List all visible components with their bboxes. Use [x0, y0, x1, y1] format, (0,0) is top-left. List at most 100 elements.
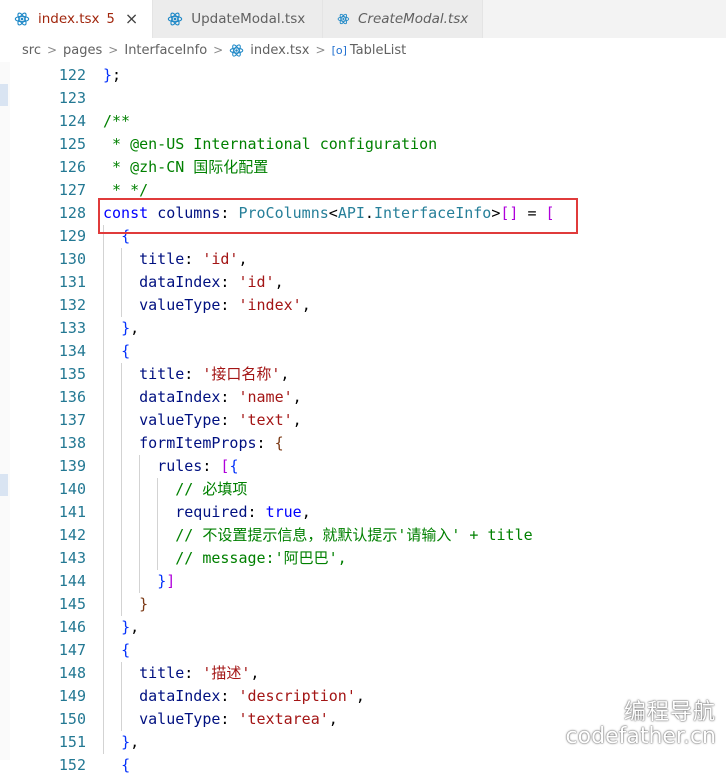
code-line[interactable]: 145 }	[0, 593, 726, 616]
close-icon[interactable]: ×	[125, 11, 138, 27]
code-line[interactable]: 123	[0, 87, 726, 110]
indent-guide	[157, 478, 158, 570]
highlight-annotation	[98, 198, 578, 234]
code-line[interactable]: 149 dataIndex: 'description',	[0, 685, 726, 708]
line-number: 145	[58, 595, 86, 613]
line-number: 139	[58, 457, 86, 475]
line-number: 124	[58, 112, 86, 130]
code-line[interactable]: 140 // 必填项	[0, 478, 726, 501]
code-line[interactable]: 130 title: 'id',	[0, 248, 726, 271]
code-text: * @zh-CN 国际化配置	[103, 158, 269, 176]
tab-label: CreateModal.tsx	[357, 11, 469, 27]
indent-guide	[121, 363, 122, 616]
chevron-right-icon: >	[315, 43, 326, 57]
tab-index-tsx[interactable]: index.tsx 5 ×	[0, 0, 154, 38]
tab-label: index.tsx	[38, 11, 100, 27]
code-text: rules: [{	[157, 457, 239, 475]
variable-symbol-icon: [o]	[331, 43, 347, 57]
code-text: title: 'id',	[139, 250, 248, 268]
code-text: }	[139, 595, 149, 613]
code-text: },	[121, 319, 140, 337]
line-number: 150	[58, 710, 86, 728]
line-number: 148	[58, 664, 86, 682]
line-number: 143	[58, 549, 86, 567]
code-line[interactable]: 143 // message:'阿巴巴',	[0, 547, 726, 570]
code-line[interactable]: 131 dataIndex: 'id',	[0, 271, 726, 294]
code-text: title: '接口名称',	[139, 365, 290, 383]
code-line[interactable]: 139 rules: [{	[0, 455, 726, 478]
breadcrumb: src > pages > InterfaceInfo > index.tsx …	[0, 38, 726, 62]
indent-guide	[121, 248, 122, 317]
code-line[interactable]: 152 {	[0, 754, 726, 777]
code-line[interactable]: 142 // 不设置提示信息，就默认提示'请输入' + title	[0, 524, 726, 547]
code-text: /**	[103, 112, 131, 130]
code-line[interactable]: 132 valueType: 'index',	[0, 294, 726, 317]
watermark-title: 编程导航	[623, 700, 716, 725]
breadcrumb-item-pages[interactable]: pages	[63, 43, 102, 58]
line-number: 137	[58, 411, 86, 429]
watermark-url: codefather.cn	[565, 724, 716, 749]
code-line[interactable]: 146 },	[0, 616, 726, 639]
line-number: 141	[58, 503, 86, 521]
code-line[interactable]: 148 title: '描述',	[0, 662, 726, 685]
react-icon	[337, 13, 350, 25]
line-number: 133	[58, 319, 86, 337]
code-line[interactable]: 122};	[0, 64, 726, 87]
code-text: // 不设置提示信息，就默认提示'请输入' + title	[175, 526, 533, 544]
code-line[interactable]: 138 formItemProps: {	[0, 432, 726, 455]
code-line[interactable]: 136 dataIndex: 'name',	[0, 386, 726, 409]
code-text: // 必填项	[175, 480, 248, 498]
line-number: 123	[58, 89, 86, 107]
tab-create-modal[interactable]: CreateModal.tsx	[323, 0, 484, 38]
chevron-right-icon: >	[46, 43, 58, 57]
chevron-right-icon: >	[108, 43, 119, 57]
react-icon	[168, 12, 183, 26]
code-line[interactable]: 137 valueType: 'text',	[0, 409, 726, 432]
code-line[interactable]: 125 * @en-US International configuration	[0, 133, 726, 156]
breadcrumb-item-interfaceinfo[interactable]: InterfaceInfo	[124, 43, 207, 58]
line-number: 125	[58, 135, 86, 153]
code-text: dataIndex: 'name',	[139, 388, 302, 406]
code-line[interactable]: 124 /**	[0, 110, 726, 133]
code-text: title: '描述',	[139, 664, 260, 682]
code-text: required: true,	[175, 503, 311, 521]
code-text: {	[121, 641, 131, 659]
breadcrumb-item-tablelist[interactable]: TableList	[350, 43, 406, 58]
line-number: 130	[58, 250, 86, 268]
code-line[interactable]: 126 * @zh-CN 国际化配置	[0, 156, 726, 179]
line-number: 126	[58, 158, 86, 176]
line-number: 135	[58, 365, 86, 383]
problems-badge: 5	[106, 11, 115, 27]
code-text: valueType: 'textarea',	[139, 710, 338, 728]
breadcrumb-item-src[interactable]: src	[22, 43, 41, 58]
tab-update-modal[interactable]: UpdateModal.tsx	[153, 0, 324, 38]
code-line[interactable]: 134 {	[0, 340, 726, 363]
line-number: 144	[58, 572, 86, 590]
indent-guide	[103, 225, 104, 754]
line-number: 152	[58, 756, 86, 774]
code-text: {	[121, 342, 131, 360]
tab-label: UpdateModal.tsx	[191, 11, 306, 27]
breadcrumb-item-index[interactable]: index.tsx	[250, 43, 309, 58]
code-text: {	[121, 756, 131, 774]
line-number: 146	[58, 618, 86, 636]
code-text: dataIndex: 'id',	[139, 273, 284, 291]
code-line[interactable]: 133 },	[0, 317, 726, 340]
code-line[interactable]: 135 title: '接口名称',	[0, 363, 726, 386]
indent-guide	[121, 662, 122, 731]
code-text: * @en-US International configuration	[103, 135, 438, 153]
line-number: 138	[58, 434, 86, 452]
line-number: 127	[58, 181, 86, 199]
editor-tab-bar: index.tsx 5 × UpdateModal.tsx CreateModa…	[0, 0, 726, 38]
line-number: 128	[58, 204, 86, 222]
react-icon	[229, 43, 244, 57]
code-text: valueType: 'text',	[139, 411, 302, 429]
code-line[interactable]: 147 {	[0, 639, 726, 662]
line-number: 136	[58, 388, 86, 406]
line-number: 131	[58, 273, 86, 291]
code-line[interactable]: 144 }]	[0, 570, 726, 593]
code-text: valueType: 'index',	[139, 296, 311, 314]
line-number: 122	[58, 66, 86, 84]
line-number: 129	[58, 227, 86, 245]
code-line[interactable]: 141 required: true,	[0, 501, 726, 524]
